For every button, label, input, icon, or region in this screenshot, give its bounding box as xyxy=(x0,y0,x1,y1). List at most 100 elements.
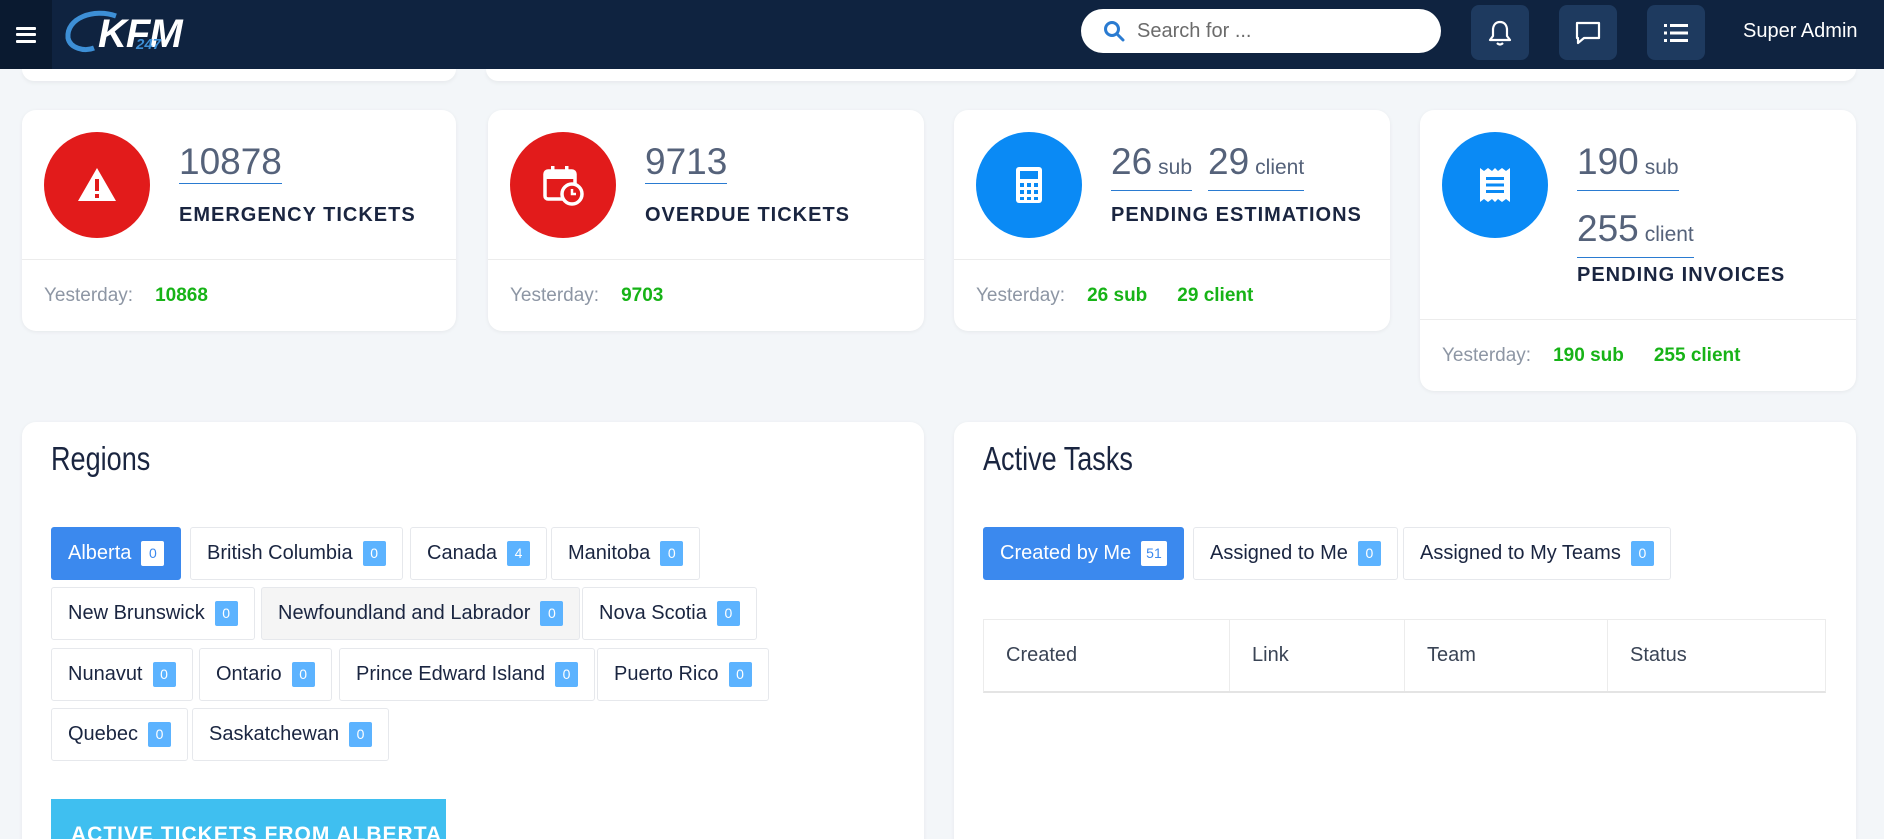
app-logo[interactable]: KFM 247 xyxy=(64,6,204,60)
stat-icon-circle xyxy=(1442,132,1548,238)
emergency-tickets-card[interactable]: 10878 EMERGENCY TICKETS Yesterday: 10868 xyxy=(22,110,456,331)
region-name: British Columbia xyxy=(207,542,353,564)
tab-label: Assigned to My Teams xyxy=(1420,542,1621,564)
tab-label: Assigned to Me xyxy=(1210,542,1348,564)
stat-value: 255 xyxy=(1577,208,1639,249)
yesterday-label: Yesterday: xyxy=(510,284,600,306)
pending-estimations-card[interactable]: 26 sub 29 client PENDING ESTIMATIONS Yester… xyxy=(954,110,1390,331)
chat-icon xyxy=(1575,21,1601,44)
stat-footer: Yesterday: 9703 xyxy=(488,259,924,331)
column-header-created[interactable]: Created xyxy=(984,620,1230,691)
region-name: Alberta xyxy=(68,542,132,564)
receipt-icon xyxy=(1480,168,1510,202)
calendar-clock-icon xyxy=(543,166,584,206)
calculator-icon xyxy=(1016,167,1042,203)
menu-toggle-button[interactable] xyxy=(0,0,52,69)
region-chip-newfoundland-and-labrador[interactable]: Newfoundland and Labrador 0 xyxy=(261,587,581,640)
partial-card xyxy=(486,69,1856,81)
region-name: Manitoba xyxy=(568,542,651,564)
region-count-badge: 0 xyxy=(152,662,176,687)
column-header-status[interactable]: Status xyxy=(1608,620,1825,691)
yesterday-label: Yesterday: xyxy=(976,284,1066,306)
region-count-badge: 0 xyxy=(148,722,172,747)
sub-count: 190 sub xyxy=(1577,142,1679,191)
panel-title: Active Tasks xyxy=(983,440,1133,477)
region-chip-new-brunswick[interactable]: New Brunswick 0 xyxy=(51,587,255,640)
region-count-badge: 0 xyxy=(362,541,386,566)
stat-label: EMERGENCY TICKETS xyxy=(179,204,416,226)
stat-footer: Yesterday: 190 sub 255 client xyxy=(1420,319,1856,391)
region-chip-nova-scotia[interactable]: Nova Scotia 0 xyxy=(582,587,757,640)
region-name: Newfoundland and Labrador xyxy=(278,602,531,624)
task-list-button[interactable] xyxy=(1647,5,1705,60)
tab-assigned-to-me[interactable]: Assigned to Me 0 xyxy=(1193,527,1398,580)
region-chip-nunavut[interactable]: Nunavut 0 xyxy=(51,648,193,701)
stat-icon-circle xyxy=(510,132,616,238)
region-name: Quebec xyxy=(68,723,139,745)
panel-title: Regions xyxy=(51,440,151,477)
stat-unit: client xyxy=(1644,223,1694,246)
region-count-badge: 0 xyxy=(291,662,315,687)
active-tasks-panel: Active Tasks Created by Me 51 Assigned to… xyxy=(954,422,1856,839)
region-count-badge: 0 xyxy=(554,662,578,687)
menu-icon xyxy=(16,26,36,43)
pending-invoices-card[interactable]: 190 sub 255 client PENDING INVOICES Yester… xyxy=(1420,110,1856,391)
region-name: New Brunswick xyxy=(68,602,205,624)
search-input[interactable] xyxy=(1137,19,1417,43)
yesterday-label: Yesterday: xyxy=(1442,344,1532,366)
top-navbar: KFM 247 Super Admin xyxy=(0,0,1884,69)
search-box[interactable] xyxy=(1081,9,1441,53)
stat-label: PENDING INVOICES xyxy=(1577,264,1786,286)
region-name: Nunavut xyxy=(68,663,143,685)
region-chip-alberta[interactable]: Alberta 0 xyxy=(51,527,182,580)
stat-icon-circle xyxy=(976,132,1082,238)
notifications-button[interactable] xyxy=(1471,5,1529,60)
region-chip-canada[interactable]: Canada 4 xyxy=(410,527,548,580)
stat-unit: sub xyxy=(1644,156,1679,179)
column-header-team[interactable]: Team xyxy=(1405,620,1608,691)
yesterday-label: Yesterday: xyxy=(44,284,134,306)
yesterday-value: 10868 xyxy=(155,284,208,306)
region-chip-puerto-rico[interactable]: Puerto Rico 0 xyxy=(597,648,769,701)
sub-count: 26 sub xyxy=(1111,141,1193,191)
region-chip-ontario[interactable]: Ontario 0 xyxy=(199,648,332,701)
yesterday-client-value: 29 client xyxy=(1177,284,1254,306)
tab-count-badge: 0 xyxy=(1630,541,1654,566)
overdue-tickets-card[interactable]: 9713 OVERDUE TICKETS Yesterday: 9703 xyxy=(488,110,924,331)
stat-value: 29 xyxy=(1208,141,1250,182)
stat-unit: sub xyxy=(1158,156,1193,179)
stat-footer: Yesterday: 10868 xyxy=(22,259,456,331)
region-chip-manitoba[interactable]: Manitoba 0 xyxy=(551,527,701,580)
partial-card xyxy=(22,69,456,81)
column-header-link[interactable]: Link xyxy=(1230,620,1405,691)
yesterday-sub-value: 26 sub xyxy=(1087,284,1148,306)
tab-created-by-me[interactable]: Created by Me 51 xyxy=(983,527,1184,580)
region-chip-british-columbia[interactable]: British Columbia 0 xyxy=(190,527,403,580)
tab-label: Created by Me xyxy=(1000,542,1132,564)
stat-value: 26 xyxy=(1111,141,1153,182)
regions-panel: Regions Alberta 0 British Columbia 0 Canad… xyxy=(22,422,924,839)
tab-count-badge: 0 xyxy=(1357,541,1381,566)
region-count-badge: 0 xyxy=(540,601,564,626)
logo-sub-text: 247 xyxy=(136,36,162,53)
list-icon xyxy=(1664,23,1688,42)
tab-assigned-to-my-teams[interactable]: Assigned to My Teams 0 xyxy=(1403,527,1671,580)
bell-icon xyxy=(1488,20,1512,46)
messages-button[interactable] xyxy=(1559,5,1617,60)
region-chip-quebec[interactable]: Quebec 0 xyxy=(51,708,189,761)
client-count: 255 client xyxy=(1577,209,1694,258)
region-name: Puerto Rico xyxy=(614,663,719,685)
search-icon xyxy=(1104,21,1125,42)
region-chip-prince-edward-island[interactable]: Prince Edward Island 0 xyxy=(339,648,595,701)
stat-label: PENDING ESTIMATIONS xyxy=(1111,204,1362,226)
stat-value: 190 xyxy=(1577,141,1639,182)
active-tickets-button[interactable]: ACTIVE TICKETS FROM ALBERTA xyxy=(51,799,446,839)
region-count-badge: 0 xyxy=(141,541,165,566)
region-count-badge: 0 xyxy=(349,722,373,747)
region-name: Ontario xyxy=(216,663,282,685)
user-menu[interactable]: Super Admin xyxy=(1743,20,1858,43)
stat-value: 10878 xyxy=(179,141,282,184)
region-name: Prince Edward Island xyxy=(356,663,545,685)
region-chip-saskatchewan[interactable]: Saskatchewan 0 xyxy=(192,708,390,761)
warning-icon xyxy=(78,168,116,201)
